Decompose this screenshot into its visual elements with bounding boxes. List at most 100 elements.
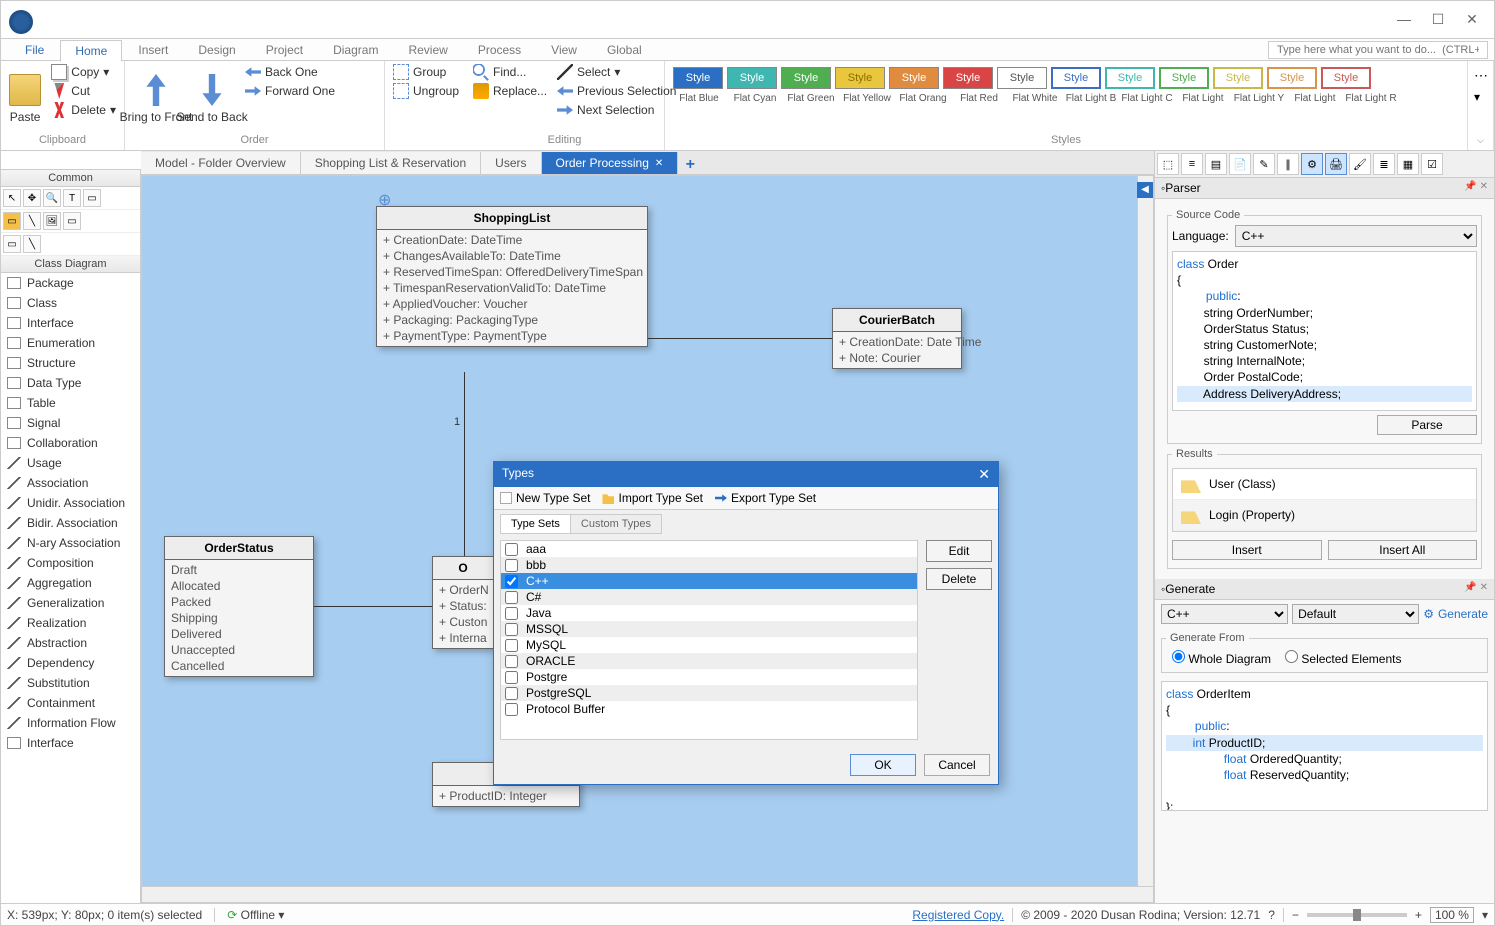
registered-copy-link[interactable]: Registered Copy. xyxy=(912,908,1004,922)
type-set-checkbox[interactable] xyxy=(505,543,518,556)
uml-attribute[interactable]: Cancelled xyxy=(171,658,307,674)
uml-attribute[interactable]: + ReservedTimeSpan: OfferedDeliveryTimeS… xyxy=(383,264,641,280)
parse-button[interactable]: Parse xyxy=(1377,415,1477,435)
new-type-set-button[interactable]: New Type Set xyxy=(500,491,590,505)
type-set-checkbox[interactable] xyxy=(505,703,518,716)
pointer-tool-icon[interactable]: ↖ xyxy=(3,189,21,207)
type-set-row[interactable]: C++ xyxy=(501,573,917,589)
export-type-set-button[interactable]: Export Type Set xyxy=(715,491,816,505)
offline-status[interactable]: ⟳ Offline ▾ xyxy=(227,908,284,922)
help-icon[interactable]: ? xyxy=(1268,908,1275,922)
cancel-button[interactable]: Cancel xyxy=(924,754,990,776)
panel-icon-10[interactable]: ≣ xyxy=(1373,153,1395,175)
pan-tool-icon[interactable]: ✥ xyxy=(23,189,41,207)
panel-icon-11[interactable]: ▦ xyxy=(1397,153,1419,175)
toolbox-item[interactable]: Composition xyxy=(1,553,140,573)
type-set-checkbox[interactable] xyxy=(505,639,518,652)
toolbox-item[interactable]: Bidir. Association xyxy=(1,513,140,533)
ok-button[interactable]: OK xyxy=(850,754,916,776)
toolbox-item[interactable]: Collaboration xyxy=(1,433,140,453)
window-minimize-button[interactable]: — xyxy=(1392,11,1416,28)
pin-icon[interactable]: 📌 ✕ xyxy=(1464,582,1488,596)
rect-tool-icon[interactable]: ▭ xyxy=(3,212,21,230)
group-button[interactable]: Group xyxy=(391,63,461,81)
generated-code-box[interactable]: class OrderItem { public: int ProductID;… xyxy=(1161,681,1488,811)
custom-types-tab[interactable]: Custom Types xyxy=(570,514,662,534)
tab-users[interactable]: Users xyxy=(481,152,541,174)
source-code-box[interactable]: class Order { public: string OrderNumber… xyxy=(1172,251,1477,411)
zoom-out-button[interactable]: − xyxy=(1292,908,1299,922)
generate-language-select[interactable]: C++ xyxy=(1161,604,1288,624)
style-button[interactable]: Style xyxy=(943,67,993,89)
uml-attribute[interactable]: + Custon xyxy=(439,614,487,630)
panel-icon-2[interactable]: ≡ xyxy=(1181,153,1203,175)
generate-template-select[interactable]: Default xyxy=(1292,604,1419,624)
toolbox-item[interactable]: Class xyxy=(1,293,140,313)
replace-button[interactable]: Replace... xyxy=(471,82,549,100)
uml-attribute[interactable]: + OrderN xyxy=(439,582,487,598)
shape2-tool-icon[interactable]: ╲ xyxy=(23,235,41,253)
type-set-checkbox[interactable] xyxy=(505,623,518,636)
menu-process[interactable]: Process xyxy=(464,40,535,60)
uml-attribute[interactable]: + TimespanReservationValidTo: DateTime xyxy=(383,280,641,296)
send-to-back-button[interactable]: Send to Back xyxy=(187,63,237,134)
command-search-input[interactable] xyxy=(1268,41,1488,59)
panel-icon-3[interactable]: ▤ xyxy=(1205,153,1227,175)
style-button[interactable]: Style xyxy=(727,67,777,89)
type-set-row[interactable]: Postgre xyxy=(501,669,917,685)
zoom-in-button[interactable]: + xyxy=(1415,908,1422,922)
collapse-right-panel-icon[interactable]: ◀ xyxy=(1137,182,1153,198)
toolbox-item[interactable]: Package xyxy=(1,273,140,293)
insert-all-button[interactable]: Insert All xyxy=(1328,540,1478,560)
menu-insert[interactable]: Insert xyxy=(124,40,182,60)
toolbox-item[interactable]: Signal xyxy=(1,413,140,433)
type-set-row[interactable]: ORACLE xyxy=(501,653,917,669)
type-set-row[interactable]: PostgreSQL xyxy=(501,685,917,701)
style-button[interactable]: Style xyxy=(1213,67,1263,89)
zoom-slider[interactable] xyxy=(1307,913,1407,917)
shape1-tool-icon[interactable]: ▭ xyxy=(3,235,21,253)
type-set-checkbox[interactable] xyxy=(505,607,518,620)
toolbox-item[interactable]: Containment xyxy=(1,693,140,713)
type-set-checkbox[interactable] xyxy=(505,671,518,684)
uml-attribute[interactable]: Shipping xyxy=(171,610,307,626)
uml-attribute[interactable]: + CreationDate: DateTime xyxy=(383,232,641,248)
forward-one-button[interactable]: Forward One xyxy=(243,82,337,100)
uml-attribute[interactable]: + ChangesAvailableTo: DateTime xyxy=(383,248,641,264)
style-button[interactable]: Style xyxy=(1267,67,1317,89)
ribbon-more-icon[interactable]: ⋯ xyxy=(1474,67,1487,84)
toolbox-item[interactable]: Aggregation xyxy=(1,573,140,593)
toolbox-item[interactable]: Dependency xyxy=(1,653,140,673)
toolbox-item[interactable]: Usage xyxy=(1,453,140,473)
style-button[interactable]: Style xyxy=(889,67,939,89)
vertical-scrollbar[interactable] xyxy=(1137,176,1153,902)
panel-icon-1[interactable]: ⬚ xyxy=(1157,153,1179,175)
type-sets-tab[interactable]: Type Sets xyxy=(500,514,571,534)
style-button[interactable]: Style xyxy=(781,67,831,89)
menu-view[interactable]: View xyxy=(537,40,591,60)
result-item[interactable]: User (Class) xyxy=(1173,469,1476,500)
find-button[interactable]: Find... xyxy=(471,63,549,81)
selected-elements-radio[interactable]: Selected Elements xyxy=(1285,650,1401,666)
box-tool-icon[interactable]: ▭ xyxy=(63,212,81,230)
uml-attribute[interactable]: Draft xyxy=(171,562,307,578)
note-tool-icon[interactable]: ▭ xyxy=(83,189,101,207)
uml-class-orderstatus[interactable]: OrderStatus DraftAllocatedPackedShipping… xyxy=(164,536,314,677)
next-selection-button[interactable]: Next Selection xyxy=(555,101,678,119)
pin-icon[interactable]: 📌 ✕ xyxy=(1464,181,1488,195)
menu-diagram[interactable]: Diagram xyxy=(319,40,392,60)
uml-attribute[interactable]: Allocated xyxy=(171,578,307,594)
uml-attribute[interactable]: + Interna xyxy=(439,630,487,646)
toolbox-item[interactable]: N-ary Association xyxy=(1,533,140,553)
uml-attribute[interactable]: + CreationDate: Date Time xyxy=(839,334,955,350)
toolbox-item[interactable]: Unidir. Association xyxy=(1,493,140,513)
toolbox-item[interactable]: Abstraction xyxy=(1,633,140,653)
select-dropdown[interactable]: Select ▾ xyxy=(555,63,678,81)
uml-attribute[interactable]: Delivered xyxy=(171,626,307,642)
style-button[interactable]: Style xyxy=(1105,67,1155,89)
menu-home[interactable]: Home xyxy=(60,40,122,62)
generate-panel-header[interactable]: ◦ Generate📌 ✕ xyxy=(1155,579,1494,600)
toolbox-item[interactable]: Enumeration xyxy=(1,333,140,353)
text-tool-icon[interactable]: T xyxy=(63,189,81,207)
uml-attribute[interactable]: + Status: xyxy=(439,598,487,614)
